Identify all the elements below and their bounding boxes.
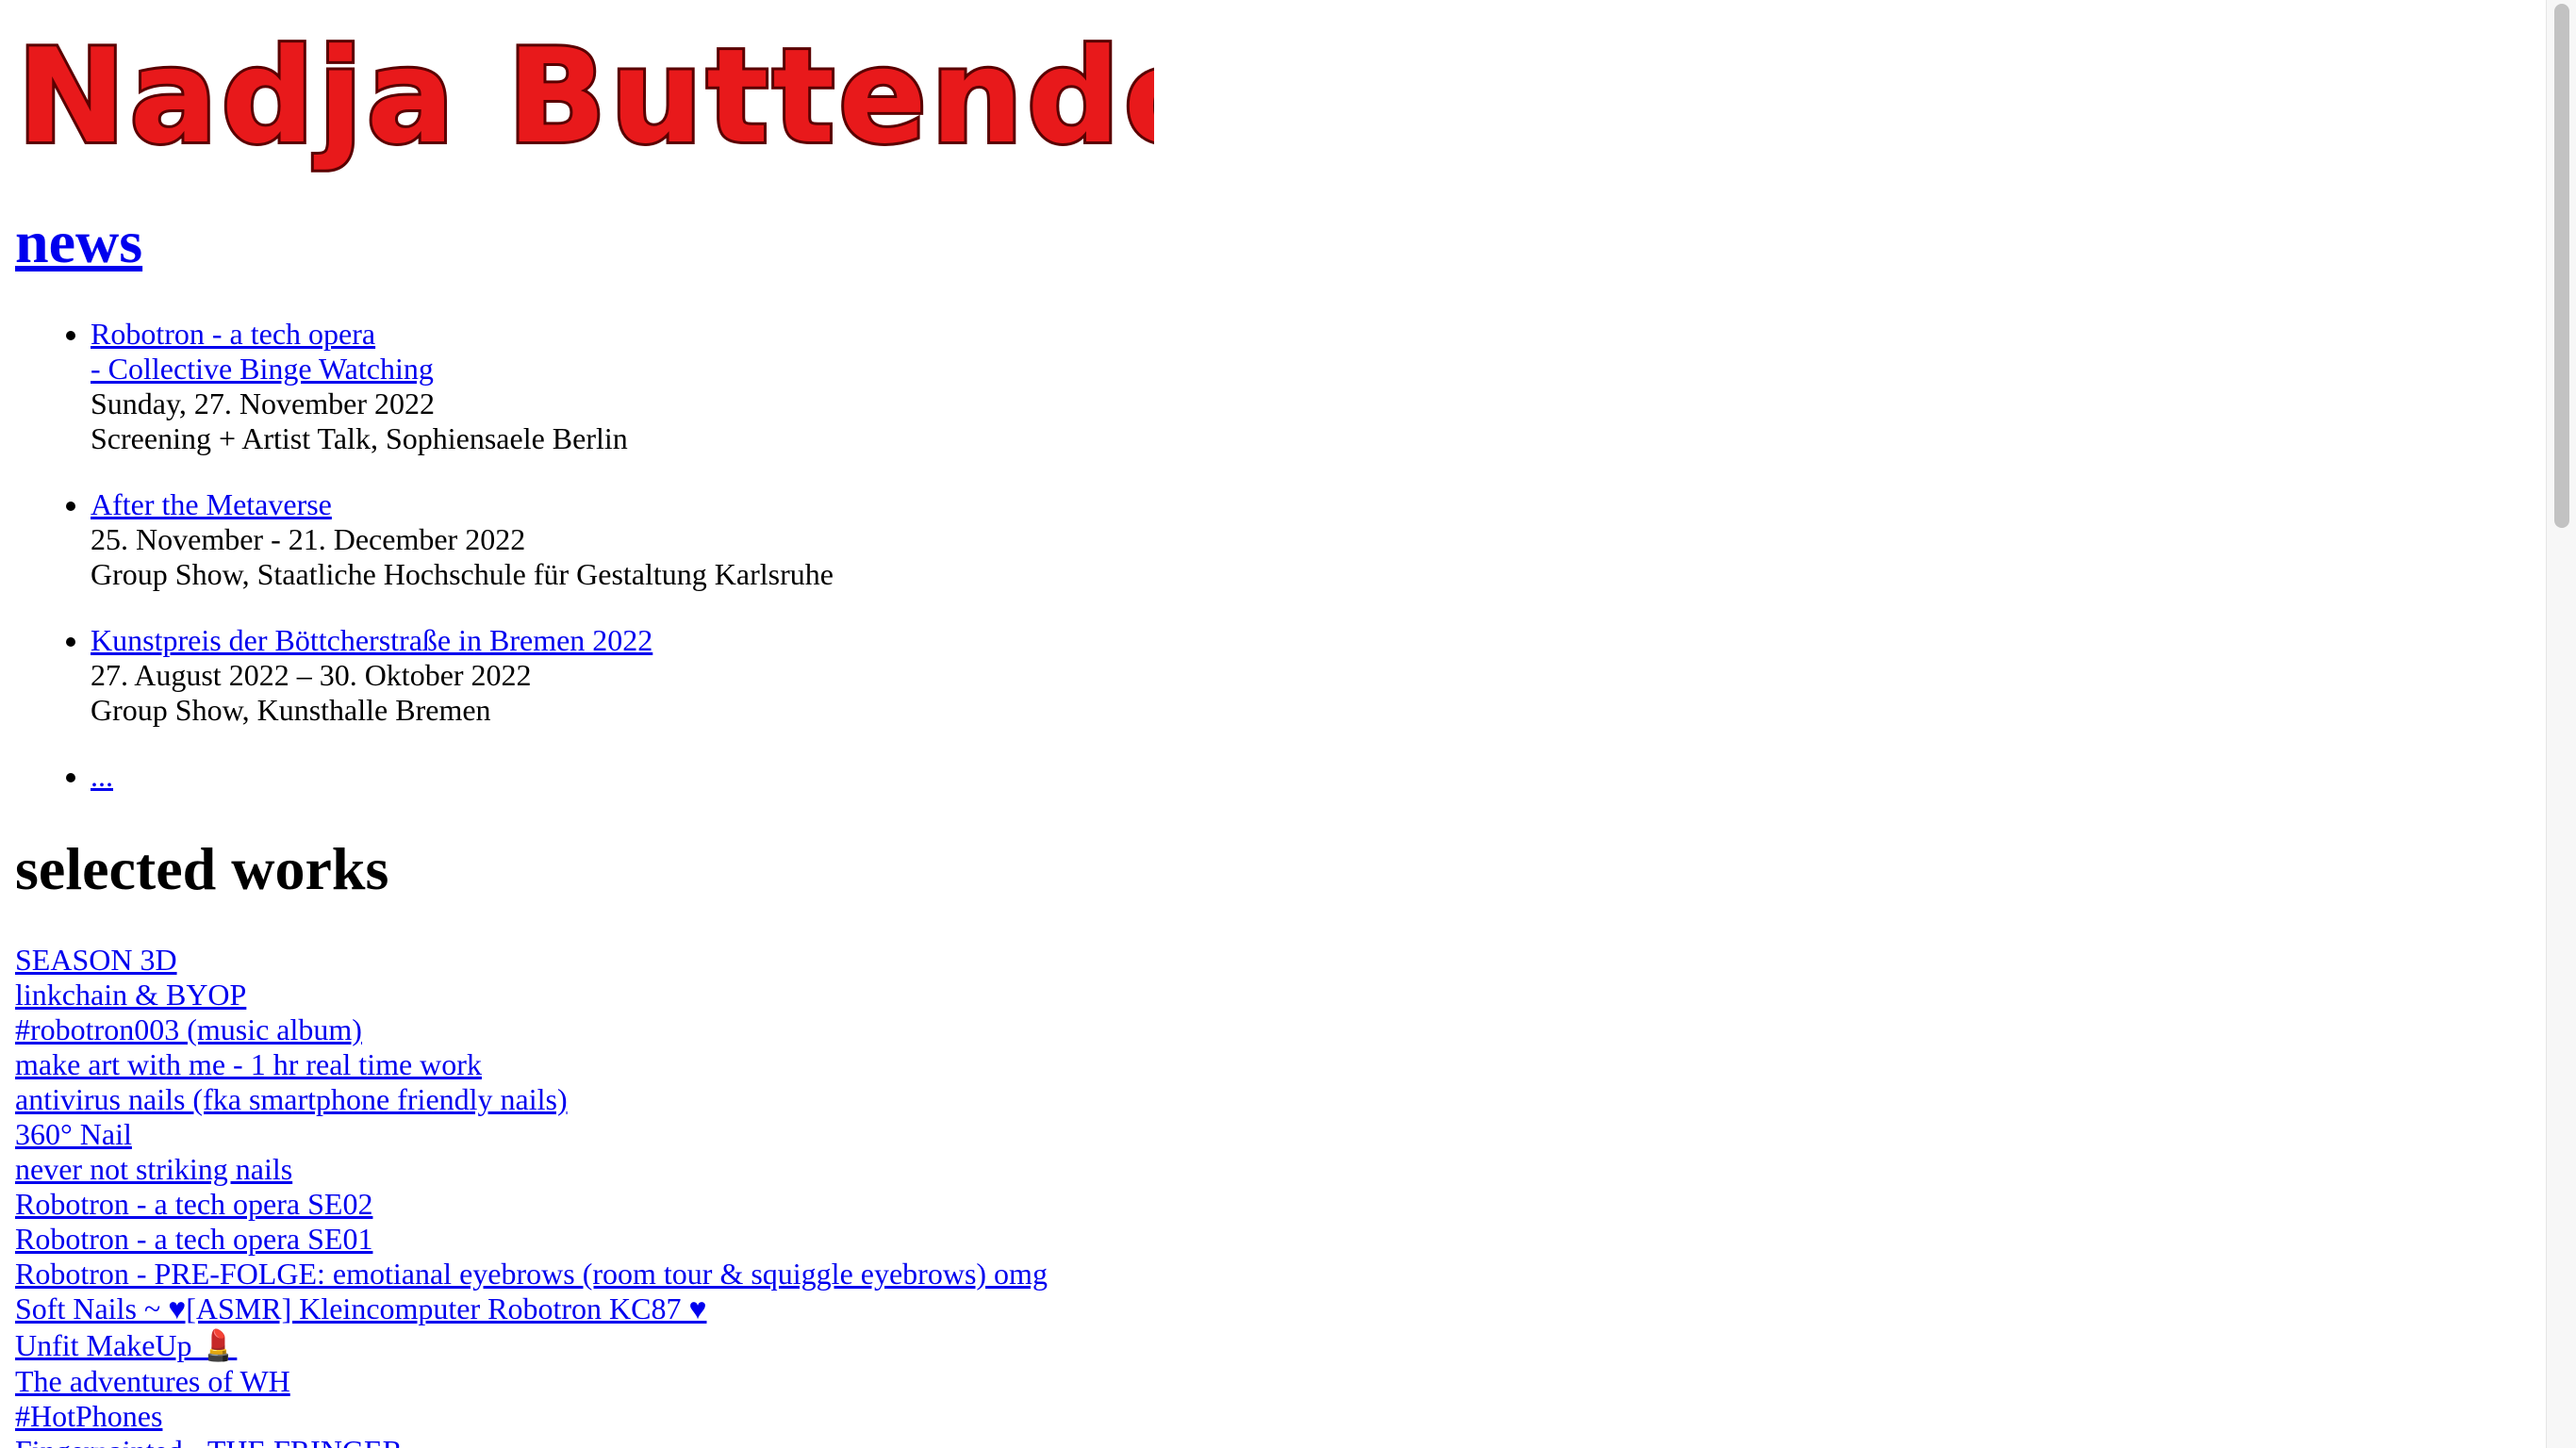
scrollbar-thumb[interactable] (2554, 4, 2569, 528)
work-link[interactable]: Soft Nails ~ ♥[ASMR] Kleincomputer Robot… (15, 1292, 1048, 1326)
news-more-item: ... (91, 759, 834, 794)
work-link[interactable]: #robotron003 (music album) (15, 1012, 1048, 1047)
work-link[interactable]: make art with me - 1 hr real time work (15, 1047, 1048, 1082)
work-link[interactable]: never not striking nails (15, 1152, 1048, 1187)
news-item: After the Metaverse 25. November - 21. D… (91, 487, 834, 592)
work-link[interactable]: 360° Nail (15, 1117, 1048, 1152)
site-logo[interactable]: Nadja Buttendorf (13, 17, 1154, 173)
news-item-link[interactable]: Robotron - a tech opera - Collective Bin… (91, 317, 434, 386)
work-link[interactable]: Fingerpainted - THE FRINGER (15, 1434, 1048, 1448)
work-link[interactable]: The adventures of WH (15, 1364, 1048, 1399)
work-link[interactable]: Robotron - a tech opera SE01 (15, 1222, 1048, 1257)
news-item: Kunstpreis der Böttcherstraße in Bremen … (91, 623, 834, 728)
news-heading: news (15, 200, 142, 285)
news-item-date: 27. August 2022 – 30. Oktober 2022 (91, 658, 532, 692)
news-item-details: Screening + Artist Talk, Sophiensaele Be… (91, 421, 628, 455)
news-item-details: Group Show, Staatliche Hochschule für Ge… (91, 557, 834, 591)
news-heading-link[interactable]: news (15, 208, 142, 275)
page: Nadja Buttendorf news Robotron - a tech … (0, 0, 2546, 1448)
news-item-title-line: - Collective Binge Watching (91, 352, 434, 386)
work-link[interactable]: SEASON 3D (15, 943, 1048, 978)
works-list: SEASON 3D linkchain & BYOP #robotron003 … (15, 943, 1048, 1448)
work-link[interactable]: #HotPhones (15, 1399, 1048, 1434)
news-item-title-line: Robotron - a tech opera (91, 317, 376, 351)
logo-text: Nadja Buttendorf (17, 21, 1154, 173)
news-item: Robotron - a tech opera - Collective Bin… (91, 317, 834, 456)
work-link[interactable]: Unfit MakeUp 💄 (15, 1326, 1048, 1364)
news-more-link[interactable]: ... (91, 759, 113, 793)
work-link[interactable]: Robotron - a tech opera SE02 (15, 1187, 1048, 1222)
vertical-scrollbar[interactable] (2546, 0, 2576, 1448)
work-link[interactable]: Robotron - PRE-FOLGE: emotianal eyebrows… (15, 1257, 1048, 1292)
news-item-date: Sunday, 27. November 2022 (91, 387, 435, 420)
news-item-link[interactable]: Kunstpreis der Böttcherstraße in Bremen … (91, 623, 652, 657)
news-item-date: 25. November - 21. December 2022 (91, 522, 526, 556)
work-link[interactable]: linkchain & BYOP (15, 978, 1048, 1012)
works-heading: selected works (15, 835, 389, 902)
work-link[interactable]: antivirus nails (fka smartphone friendly… (15, 1082, 1048, 1117)
news-list: Robotron - a tech opera - Collective Bin… (15, 317, 834, 794)
news-item-details: Group Show, Kunsthalle Bremen (91, 693, 491, 727)
news-item-link[interactable]: After the Metaverse (91, 487, 332, 521)
